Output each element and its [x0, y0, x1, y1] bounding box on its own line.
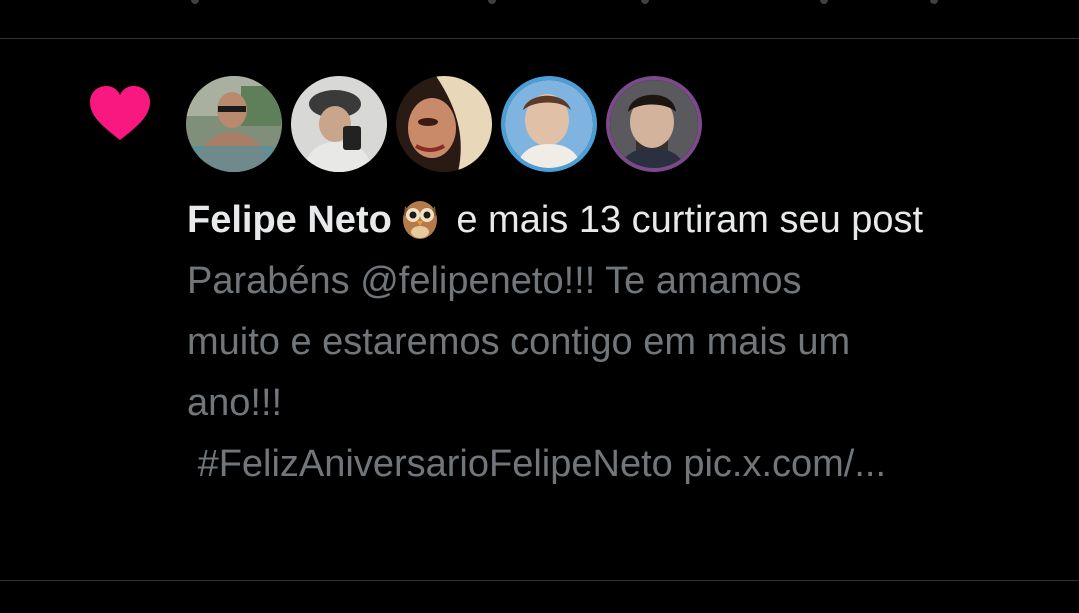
avatar-3[interactable] — [396, 76, 492, 172]
divider-bottom — [0, 580, 1079, 581]
heart-icon — [90, 86, 150, 140]
liker-name[interactable]: Felipe Neto — [187, 199, 392, 241]
post-text-line-2: muito e estaremos contigo em mais um — [187, 321, 851, 363]
avatar-2[interactable] — [291, 76, 387, 172]
like-notification[interactable]: Felipe Neto e mais 13 curtiram seu post … — [0, 0, 1079, 541]
avatar-4[interactable] — [501, 76, 597, 172]
notification-text: Felipe Neto e mais 13 curtiram seu post … — [187, 190, 1027, 495]
avatar-5[interactable] — [606, 76, 702, 172]
post-text-line-4: #FelizAniversarioFelipeNeto pic.x.com/..… — [187, 443, 887, 485]
owl-emoji-icon — [402, 201, 437, 239]
avatar-1[interactable] — [186, 76, 282, 172]
action-text: e mais 13 curtiram seu post — [445, 199, 924, 241]
post-text-line-1: Parabéns @felipeneto!!! Te amamos — [187, 260, 802, 302]
notification-headline: Felipe Neto e mais 13 curtiram seu post — [187, 190, 1027, 251]
post-preview[interactable]: Parabéns @felipeneto!!! Te amamos muito e… — [187, 251, 1027, 495]
post-text-line-3: ano!!! — [187, 382, 283, 424]
